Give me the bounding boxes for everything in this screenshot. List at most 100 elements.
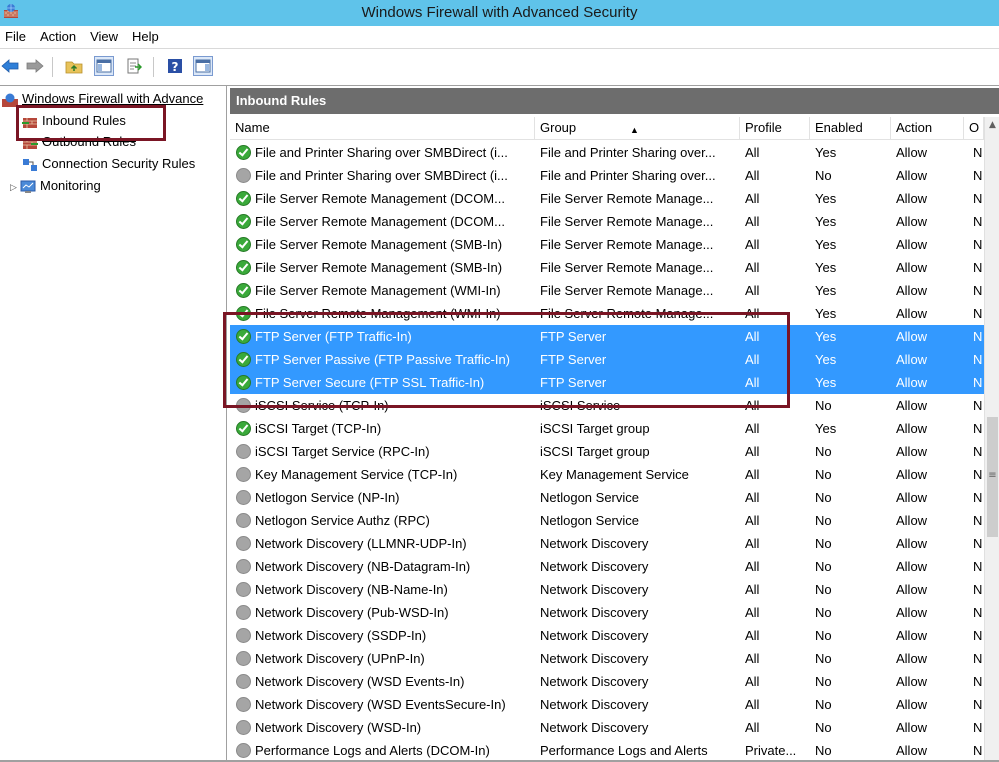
column-header-group[interactable]: Group ▲: [535, 117, 740, 139]
cell-name: iSCSI Target (TCP-In): [236, 417, 536, 440]
table-row[interactable]: Network Discovery (Pub-WSD-In) Network Di…: [230, 601, 984, 624]
menu-view[interactable]: View: [83, 26, 125, 48]
rule-name: File Server Remote Management (WMI-In): [255, 306, 501, 321]
export-list-icon[interactable]: [124, 56, 144, 76]
cell-profile: All: [745, 352, 760, 367]
cell-name: Network Discovery (WSD-In): [236, 716, 536, 739]
vertical-scrollbar[interactable]: ▲ ≡: [984, 117, 999, 762]
table-row[interactable]: Key Management Service (TCP-In) Key Manag…: [230, 463, 984, 486]
table-row[interactable]: File Server Remote Management (DCOM... Fi…: [230, 210, 984, 233]
table-row[interactable]: File Server Remote Management (SMB-In) Fi…: [230, 233, 984, 256]
tree-item-inbound-rules[interactable]: Inbound Rules: [22, 110, 126, 132]
cell-action: Allow: [896, 674, 928, 689]
rule-disabled-icon: [236, 628, 251, 643]
cell-override: N: [973, 191, 983, 206]
rule-enabled-icon: [236, 352, 251, 367]
cell-name: File Server Remote Management (SMB-In): [236, 233, 536, 256]
table-row[interactable]: File and Printer Sharing over SMBDirect …: [230, 164, 984, 187]
cell-action: Allow: [896, 651, 928, 666]
cell-name: Netlogon Service (NP-In): [236, 486, 536, 509]
tree-item-outbound-rules[interactable]: Outbound Rules: [22, 131, 136, 153]
cell-override: N: [973, 674, 983, 689]
cell-name: FTP Server Passive (FTP Passive Traffic-…: [236, 348, 536, 371]
cell-action: Allow: [896, 168, 928, 183]
cell-profile: All: [745, 398, 760, 413]
cell-override: N: [973, 237, 983, 252]
cell-enabled: Yes: [815, 375, 837, 390]
cell-profile: All: [745, 168, 760, 183]
cell-name: FTP Server (FTP Traffic-In): [236, 325, 536, 348]
cell-override: N: [973, 559, 983, 574]
table-row[interactable]: iSCSI Target Service (RPC-In) iSCSI Targe…: [230, 440, 984, 463]
table-row[interactable]: Network Discovery (WSD EventsSecure-In) N…: [230, 693, 984, 716]
cell-group: File and Printer Sharing over...: [540, 145, 716, 160]
rules-list: File and Printer Sharing over SMBDirect …: [230, 141, 984, 762]
cell-enabled: Yes: [815, 306, 837, 321]
cell-profile: All: [745, 421, 760, 436]
cell-group: File Server Remote Manage...: [540, 237, 714, 252]
cell-profile: All: [745, 260, 760, 275]
menu-help[interactable]: Help: [125, 26, 166, 48]
table-row[interactable]: Network Discovery (LLMNR-UDP-In) Network …: [230, 532, 984, 555]
table-row[interactable]: Network Discovery (WSD-In) Network Discov…: [230, 716, 984, 739]
menu-file[interactable]: File: [0, 26, 33, 48]
table-row[interactable]: File Server Remote Management (DCOM... Fi…: [230, 187, 984, 210]
forward-icon[interactable]: [25, 56, 45, 76]
svg-text:?: ?: [172, 60, 179, 74]
rule-enabled-icon: [236, 283, 251, 298]
table-row[interactable]: Network Discovery (NB-Datagram-In) Networ…: [230, 555, 984, 578]
cell-name: Network Discovery (SSDP-In): [236, 624, 536, 647]
table-row[interactable]: FTP Server Secure (FTP SSL Traffic-In) FT…: [230, 371, 984, 394]
table-row[interactable]: File and Printer Sharing over SMBDirect …: [230, 141, 984, 164]
table-row[interactable]: Network Discovery (UPnP-In) Network Disco…: [230, 647, 984, 670]
rule-name: FTP Server (FTP Traffic-In): [255, 329, 412, 344]
tree-item-connection-security-rules[interactable]: Connection Security Rules: [22, 153, 195, 175]
cell-group: Key Management Service: [540, 467, 689, 482]
cell-override: N: [973, 743, 983, 758]
menu-action[interactable]: Action: [33, 26, 83, 48]
expand-arrow-icon[interactable]: ▷: [10, 176, 20, 198]
cell-profile: All: [745, 674, 760, 689]
column-header-enabled[interactable]: Enabled: [810, 117, 891, 139]
show-hide-action-pane-icon[interactable]: [193, 56, 213, 76]
table-row[interactable]: Network Discovery (NB-Name-In) Network Di…: [230, 578, 984, 601]
column-header-profile[interactable]: Profile: [740, 117, 810, 139]
table-row[interactable]: FTP Server (FTP Traffic-In) FTP Server All…: [230, 325, 984, 348]
table-row[interactable]: File Server Remote Management (WMI-In) Fi…: [230, 302, 984, 325]
column-header-override[interactable]: O: [964, 117, 984, 139]
column-header-name[interactable]: Name: [230, 117, 535, 139]
cell-override: N: [973, 329, 983, 344]
tree-root[interactable]: Windows Firewall with Advance: [2, 88, 203, 110]
table-row[interactable]: Netlogon Service Authz (RPC) Netlogon Ser…: [230, 509, 984, 532]
rule-name: Network Discovery (SSDP-In): [255, 628, 427, 643]
table-row[interactable]: Netlogon Service (NP-In) Netlogon Service…: [230, 486, 984, 509]
tree-item-label: Outbound Rules: [42, 134, 136, 149]
tree-item-label: Monitoring: [40, 178, 101, 193]
cell-action: Allow: [896, 398, 928, 413]
table-row[interactable]: Performance Logs and Alerts (DCOM-In) Per…: [230, 739, 984, 762]
table-row[interactable]: iSCSI Service (TCP-In) iSCSI Service All No…: [230, 394, 984, 417]
back-icon[interactable]: [0, 56, 20, 76]
cell-override: N: [973, 720, 983, 735]
help-icon[interactable]: ?: [165, 56, 185, 76]
table-row[interactable]: FTP Server Passive (FTP Passive Traffic-…: [230, 348, 984, 371]
table-row[interactable]: Network Discovery (WSD Events-In) Network…: [230, 670, 984, 693]
rule-disabled-icon: [236, 398, 251, 413]
cell-name: File Server Remote Management (WMI-In): [236, 279, 536, 302]
scroll-up-icon[interactable]: ▲: [985, 117, 999, 134]
rule-name: Network Discovery (NB-Datagram-In): [255, 559, 471, 574]
table-row[interactable]: File Server Remote Management (SMB-In) Fi…: [230, 256, 984, 279]
column-header-action[interactable]: Action: [891, 117, 964, 139]
rule-disabled-icon: [236, 582, 251, 597]
tree-item-monitoring[interactable]: ▷ Monitoring: [10, 175, 101, 197]
table-row[interactable]: File Server Remote Management (WMI-In) Fi…: [230, 279, 984, 302]
up-folder-icon[interactable]: [64, 56, 84, 76]
rule-name: Key Management Service (TCP-In): [255, 467, 458, 482]
cell-name: File and Printer Sharing over SMBDirect …: [236, 141, 536, 164]
cell-action: Allow: [896, 283, 928, 298]
rule-name: Netlogon Service Authz (RPC): [255, 513, 430, 528]
cell-override: N: [973, 168, 983, 183]
table-row[interactable]: Network Discovery (SSDP-In) Network Disco…: [230, 624, 984, 647]
table-row[interactable]: iSCSI Target (TCP-In) iSCSI Target group A…: [230, 417, 984, 440]
show-hide-console-tree-icon[interactable]: [94, 56, 114, 76]
